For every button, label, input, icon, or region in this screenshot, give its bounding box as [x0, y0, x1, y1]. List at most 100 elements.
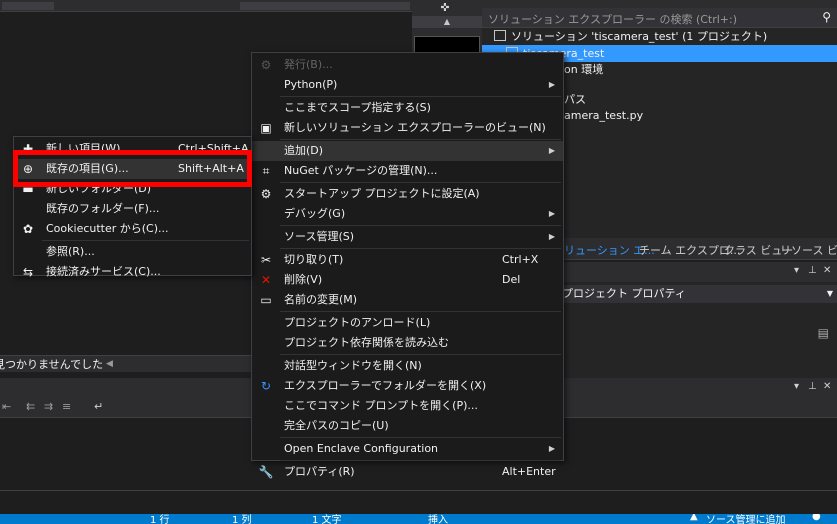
submenu-arrow-icon: ▶ [548, 209, 555, 218]
menu-separator [280, 225, 561, 226]
menu-item-label: 新しいソリューション エクスプローラーのビュー(N) [284, 121, 546, 134]
pin-icon[interactable]: ⊥ [808, 381, 817, 392]
menu-item-label: 発行(B)... [284, 58, 333, 71]
tree-item-solution[interactable]: ソリューション 'tiscamera_test' (1 プロジェクト) [482, 28, 837, 45]
outdent-icon[interactable]: ⇇ [26, 400, 35, 413]
menu-item-entry-19[interactable]: プロジェクト依存関係を読み込む [252, 333, 563, 353]
menu-item-label: ソース管理(S) [284, 230, 355, 243]
submenu-arrow-icon: ▶ [548, 80, 555, 89]
menu-item-label: Python(P) [284, 78, 338, 91]
goto-icon[interactable]: ⇤ [2, 400, 11, 413]
menu-item-publish: ⚙ 発行(B)... [252, 55, 563, 75]
menu-item-label: 対話型ウィンドウを開く(N) [284, 359, 422, 372]
menu-item-label: スタートアップ プロジェクトに設定(A) [284, 187, 480, 200]
menu-item-label: NuGet パッケージの管理(N)... [284, 164, 438, 177]
menu-item-delete[interactable]: ✕ 削除(V) Del [252, 270, 563, 290]
menu-item-entry-6[interactable]: 追加(D) ▶ [252, 141, 563, 161]
connected-service-icon: ⇆ [22, 265, 34, 279]
menu-separator [280, 248, 561, 249]
search-icon[interactable]: ⚲ [822, 10, 831, 24]
menu-item-cut[interactable]: ✂ 切り取り(T) Ctrl+X [252, 250, 563, 270]
menu-item-label: Open Enclave Configuration [284, 442, 439, 455]
submenu-arrow-icon: ▶ [548, 232, 555, 241]
menu-item-label: 名前の変更(M) [284, 293, 358, 306]
menu-item-rename[interactable]: ▭ 名前の変更(M) [252, 290, 563, 310]
menu-item-startup-gear[interactable]: ⚙ スタートアップ プロジェクトに設定(A) [252, 184, 563, 204]
tree-item-label: パス [564, 93, 586, 106]
find-results-bar: 見つかりませんでした ◀ [0, 355, 251, 372]
source-control-icon[interactable]: ▲ [690, 514, 698, 522]
menu-item-entry-3[interactable]: ここまでスコープ指定する(S) [252, 98, 563, 118]
menu-item-label: プロジェクトのアンロード(L) [284, 316, 431, 329]
dropdown-icon[interactable]: ▾ [794, 381, 799, 392]
close-icon[interactable]: ✕ [823, 265, 831, 276]
menu-item-label: 参照(R)... [46, 245, 95, 258]
solution-icon [494, 30, 506, 41]
status-bar: 1 行 1 列 1 文字 挿入 ▲ ソース管理に追加 ● [0, 514, 837, 524]
menu-item-label: プロジェクト依存関係を読み込む [284, 336, 449, 349]
menu-item-entry-6[interactable]: 参照(R)... [14, 242, 251, 262]
notification-icon[interactable]: ● [812, 514, 821, 522]
menu-item-connected-service[interactable]: ⇆ 接続済みサービス(C)... [14, 262, 251, 282]
solution-explorer-search-input[interactable]: ソリューション エクスプローラー の検索 (Ctrl+:) ⚲ [482, 8, 837, 28]
menu-item-entry-3[interactable]: 既存のフォルダー(F)... [14, 199, 251, 219]
menu-item-shortcut: Ctrl+X [502, 253, 539, 266]
menu-item-refresh-arrow[interactable]: ↻ エクスプローラーでフォルダーを開く(X) [252, 376, 563, 396]
project-context-menu: ⚙ 発行(B)... Python(P) ▶ ここまでスコープ指定する(S) ▣ 新しいソリ… [251, 52, 564, 479]
menu-item-shortcut: Alt+Enter [502, 465, 556, 478]
tab-resource-view[interactable]: リソース ビュー [780, 242, 837, 258]
chevron-down-icon: ▼ [826, 289, 833, 298]
menu-separator [280, 437, 561, 438]
close-icon[interactable]: ✕ [823, 381, 831, 392]
properties-pages-icon[interactable]: ▤ [818, 326, 829, 340]
split-icon[interactable]: ✜ [438, 2, 452, 14]
search-placeholder: ソリューション エクスプローラー の検索 (Ctrl+:) [488, 13, 738, 26]
cookiecutter-icon: ✿ [22, 222, 34, 236]
pin-icon[interactable]: ⊥ [808, 265, 817, 276]
status-source-control[interactable]: ソース管理に追加 [706, 514, 786, 524]
menu-item-new-view[interactable]: ▣ 新しいソリューション エクスプローラーのビュー(N) [252, 118, 563, 138]
editor-tab-strip [0, 0, 412, 12]
menu-item-cookiecutter[interactable]: ✿ Cookiecutter から(C)... [14, 219, 251, 239]
menu-item-entry-24[interactable]: 完全パスのコピー(U) [252, 416, 563, 436]
scroll-up-icon[interactable]: ▲ [412, 16, 482, 28]
clear-icon[interactable]: ≡ [62, 400, 71, 413]
refresh-arrow-icon: ↻ [260, 379, 272, 393]
menu-item-label: 削除(V) [284, 273, 323, 286]
status-col: 1 列 [232, 515, 252, 524]
solution-explorer-toolbar [482, 0, 837, 8]
tab-slot[interactable] [2, 2, 54, 10]
menu-separator [42, 240, 249, 241]
menu-item-entry-12[interactable]: ソース管理(S) ▶ [252, 227, 563, 247]
delete-icon: ✕ [260, 273, 272, 287]
menu-item-shortcut: Del [502, 273, 521, 286]
annotation-highlight-box [13, 150, 252, 187]
menu-separator [280, 139, 561, 140]
rename-icon: ▭ [260, 293, 272, 307]
wrap-icon[interactable]: ↵ [94, 400, 103, 413]
startup-gear-icon: ⚙ [260, 187, 272, 201]
menu-item-label: エクスプローラーでフォルダーを開く(X) [284, 379, 487, 392]
menu-separator [280, 96, 561, 97]
menu-item-entry-1[interactable]: Python(P) ▶ [252, 75, 563, 95]
nuget-icon: ⌗ [262, 164, 270, 178]
menu-item-nuget[interactable]: ⌗ NuGet パッケージの管理(N)... [252, 161, 563, 181]
menu-item-wrench[interactable]: 🔧 プロパティ(R) Alt+Enter [252, 462, 563, 482]
wrench-icon: 🔧 [258, 465, 274, 479]
menu-item-entry-23[interactable]: ここでコマンド プロンプトを開く(P)... [252, 396, 563, 416]
menu-separator [280, 311, 561, 312]
dropdown-icon[interactable]: ▾ [794, 265, 799, 276]
nav-dropdown[interactable] [240, 2, 410, 10]
status-char: 1 文字 [312, 515, 342, 524]
menu-item-entry-18[interactable]: プロジェクトのアンロード(L) [252, 313, 563, 333]
status-mode: 挿入 [428, 515, 448, 524]
menu-item-label: 完全パスのコピー(U) [284, 419, 389, 432]
menu-item-entry-10[interactable]: デバッグ(G) ▶ [252, 204, 563, 224]
indent-icon[interactable]: ⇉ [44, 400, 53, 413]
divider [0, 490, 837, 491]
menu-item-entry-26[interactable]: Open Enclave Configuration ▶ [252, 439, 563, 459]
menu-item-entry-21[interactable]: 対話型ウィンドウを開く(N) [252, 356, 563, 376]
find-status-text: 見つかりませんでした [0, 358, 104, 371]
menu-item-label: 切り取り(T) [284, 253, 344, 266]
scroll-left-icon[interactable]: ◀ [106, 356, 113, 372]
